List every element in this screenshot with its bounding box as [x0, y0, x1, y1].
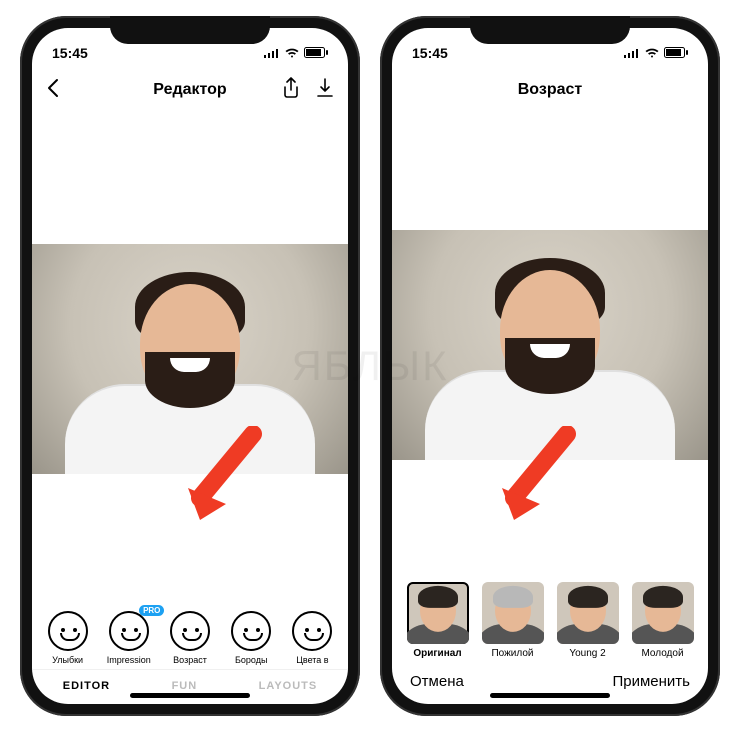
- tab-layouts[interactable]: LAYOUTS: [259, 680, 318, 692]
- notch: [110, 16, 270, 44]
- battery-icon: [304, 45, 328, 61]
- home-indicator[interactable]: [490, 693, 610, 698]
- filter-label: Улыбки: [52, 655, 83, 665]
- face-impression-icon: [109, 611, 149, 651]
- age-filter-thumbnails[interactable]: Оригинал Пожилой Young 2 Молодой: [392, 578, 708, 661]
- filter-smiles[interactable]: Улыбки: [38, 611, 97, 665]
- share-button[interactable]: [282, 77, 300, 104]
- thumb-old[interactable]: Пожилой: [479, 582, 547, 659]
- home-indicator[interactable]: [130, 693, 250, 698]
- thumb-young[interactable]: Молодой: [629, 582, 697, 659]
- thumb-image: [632, 582, 694, 644]
- thumb-label: Young 2: [569, 648, 605, 659]
- apply-button[interactable]: Применить: [612, 673, 690, 690]
- face-colors-icon: [292, 611, 332, 651]
- filter-label: Impression: [107, 655, 151, 665]
- annotation-arrow: [178, 426, 268, 526]
- notch: [470, 16, 630, 44]
- thumb-label: Оригинал: [413, 648, 461, 659]
- filter-age[interactable]: Возраст: [160, 611, 219, 665]
- nav-bar: Редактор: [32, 68, 348, 112]
- page-title: Возраст: [518, 81, 582, 99]
- signal-icon: [264, 45, 280, 61]
- filter-colors[interactable]: Цвета в: [283, 611, 342, 665]
- tab-fun[interactable]: FUN: [172, 680, 198, 692]
- screen-right: 15:45 Возраст: [392, 28, 708, 704]
- tab-editor[interactable]: EDITOR: [63, 680, 110, 692]
- filter-label: Возраст: [173, 655, 207, 665]
- thumb-young2[interactable]: Young 2: [554, 582, 622, 659]
- filter-label: Цвета в: [296, 655, 328, 665]
- face-beard-icon: [231, 611, 271, 651]
- face-smile-icon: [48, 611, 88, 651]
- back-button[interactable]: [46, 78, 60, 103]
- screen-left: 15:45 Редактор: [32, 28, 348, 704]
- filter-label: Бороды: [235, 655, 267, 665]
- status-time: 15:45: [412, 45, 448, 61]
- thumb-image: [407, 582, 469, 644]
- face-age-icon: [170, 611, 210, 651]
- thumb-original[interactable]: Оригинал: [404, 582, 472, 659]
- thumb-label: Пожилой: [491, 648, 533, 659]
- nav-bar: Возраст: [392, 68, 708, 112]
- filter-beards[interactable]: Бороды: [222, 611, 281, 665]
- annotation-arrow: [492, 426, 582, 526]
- thumb-label: Молодой: [641, 648, 683, 659]
- status-right: [264, 45, 328, 61]
- photo-area: [32, 112, 348, 605]
- page-title: Редактор: [153, 81, 226, 99]
- phone-left: 15:45 Редактор: [20, 16, 360, 716]
- phone-right: 15:45 Возраст: [380, 16, 720, 716]
- wifi-icon: [284, 45, 300, 61]
- filter-impression[interactable]: PRO Impression: [99, 611, 158, 665]
- battery-icon: [664, 45, 688, 61]
- status-time: 15:45: [52, 45, 88, 61]
- thumb-image: [557, 582, 619, 644]
- filter-row[interactable]: Улыбки PRO Impression Возраст Бороды Цве…: [32, 605, 348, 669]
- segment-tabs: EDITOR FUN LAYOUTS: [32, 669, 348, 704]
- download-button[interactable]: [316, 78, 334, 103]
- wifi-icon: [644, 45, 660, 61]
- signal-icon: [624, 45, 640, 61]
- status-right: [624, 45, 688, 61]
- thumb-image: [482, 582, 544, 644]
- cancel-button[interactable]: Отмена: [410, 673, 464, 690]
